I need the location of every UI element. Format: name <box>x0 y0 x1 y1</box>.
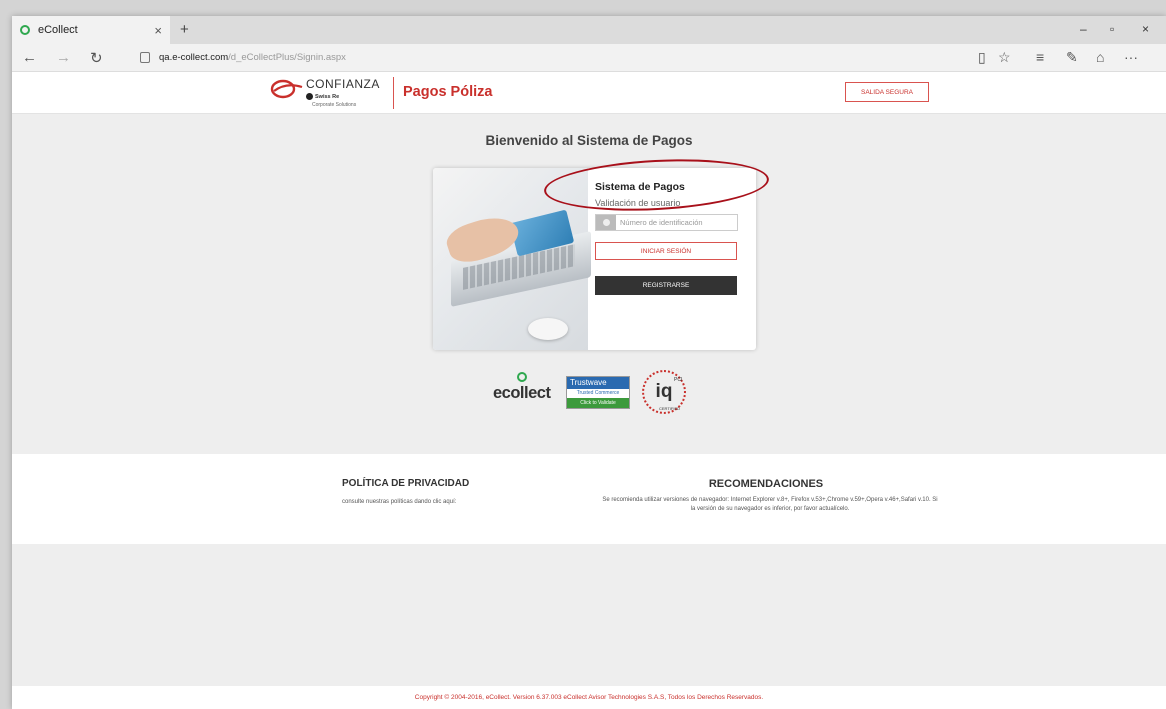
hub-icon[interactable]: ≡ <box>1036 49 1044 65</box>
share-icon[interactable]: ⌂ <box>1096 49 1104 65</box>
maximize-icon[interactable]: ▫ <box>1110 22 1114 36</box>
tab-title: eCollect <box>38 24 78 36</box>
trustwave-subtitle: Trusted Commerce <box>576 390 620 396</box>
id-field-wrapper <box>595 214 738 231</box>
ecollect-favicon-icon <box>20 25 30 35</box>
secure-exit-button[interactable]: SALIDA SEGURA <box>845 82 929 102</box>
certified-label: CERTIFIED <box>659 406 681 411</box>
login-card: Sistema de Pagos Validación de usuario I… <box>433 168 756 350</box>
close-window-icon[interactable]: × <box>1142 22 1149 36</box>
card-subtitle: Validación de usuario <box>595 198 681 208</box>
ecollect-logo-text: ecollect <box>493 384 551 402</box>
trustwave-title: Trustwave <box>567 377 629 389</box>
web-page: CONFIANZA Swiss Re Corporate Solutions P… <box>12 72 1166 709</box>
copyright-bar: Copyright © 2004-2016, eCollect. Version… <box>12 686 1166 709</box>
confianza-logo-icon <box>270 79 303 99</box>
brand-name: CONFIANZA <box>306 77 380 91</box>
corporate-solutions-label: Corporate Solutions <box>312 102 357 108</box>
privacy-link[interactable]: consulte nuestras políticas dando clic a… <box>342 499 456 505</box>
site-title: Pagos Póliza <box>403 84 493 100</box>
forward-icon[interactable]: → <box>56 49 71 66</box>
recommendations-text: Se recomienda utilizar versiones de nave… <box>602 497 938 512</box>
browser-window: eCollect × + – ▫ × ← → ↻ qa.e-collect.co… <box>12 16 1166 709</box>
back-icon[interactable]: ← <box>22 49 37 66</box>
privacy-title: POLÍTICA DE PRIVACIDAD <box>342 478 470 489</box>
swiss-re-icon <box>306 93 313 100</box>
user-icon <box>596 215 616 230</box>
iq-seal-text: iq <box>655 381 673 402</box>
site-header: CONFIANZA Swiss Re Corporate Solutions P… <box>12 72 1166 114</box>
lock-icon <box>140 52 150 63</box>
trust-badges: ecollect Trustwave Trusted Commerce Clic… <box>493 370 713 422</box>
tab-bar: eCollect × + – ▫ × <box>12 16 1166 44</box>
laptop-card-photo <box>433 168 591 350</box>
tab-close-icon[interactable]: × <box>154 23 162 38</box>
ecollect-logo-icon <box>517 372 527 382</box>
header-divider <box>393 77 394 109</box>
mouse-illustration <box>528 318 568 340</box>
web-notes-icon[interactable]: ✎ <box>1066 49 1078 66</box>
new-tab-icon[interactable]: + <box>180 21 189 38</box>
welcome-heading: Bienvenido al Sistema de Pagos <box>485 133 693 148</box>
id-number-input[interactable] <box>616 215 737 230</box>
url-domain: qa.e-collect.com <box>159 52 229 63</box>
login-button[interactable]: INICIAR SESIÓN <box>595 242 737 260</box>
more-icon[interactable]: ··· <box>1124 49 1138 65</box>
address-bar: ← → ↻ qa.e-collect.com/d_eCollectPlus/Si… <box>12 44 1166 72</box>
url-field[interactable]: qa.e-collect.com/d_eCollectPlus/Signin.a… <box>159 52 346 63</box>
minimize-icon[interactable]: – <box>1080 22 1087 36</box>
refresh-icon[interactable]: ↻ <box>90 49 103 67</box>
trustwave-badge[interactable]: Trustwave Trusted Commerce Click to Vali… <box>566 376 630 409</box>
pci-label: PCI <box>674 377 683 383</box>
swiss-re-mark: Swiss Re <box>306 93 339 100</box>
info-footer: POLÍTICA DE PRIVACIDAD consulte nuestras… <box>12 454 1166 544</box>
url-path: /d_eCollectPlus/Signin.aspx <box>228 52 346 63</box>
favorite-star-icon[interactable]: ☆ <box>998 49 1011 66</box>
browser-tab[interactable]: eCollect × <box>12 16 170 44</box>
trustwave-validate: Click to Validate <box>567 398 629 408</box>
register-button[interactable]: REGISTRARSE <box>595 276 737 295</box>
reading-view-icon[interactable]: ▯ <box>978 49 986 66</box>
card-title: Sistema de Pagos <box>595 181 685 193</box>
swiss-re-label: Swiss Re <box>315 93 340 100</box>
recommendations-title: RECOMENDACIONES <box>708 478 824 490</box>
